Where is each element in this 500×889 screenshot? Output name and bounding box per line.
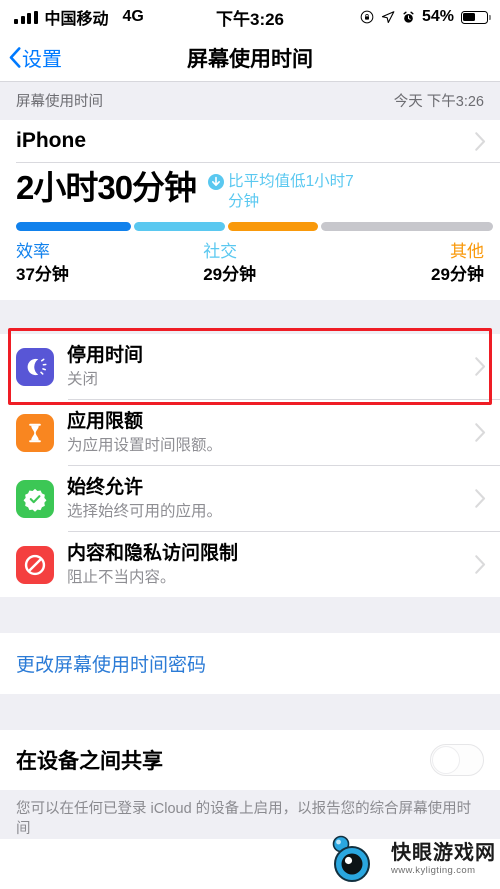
legend-value-productivity: 37分钟	[16, 265, 69, 284]
screen-time-section-header: 屏幕使用时间 今天 下午3:26	[0, 82, 500, 120]
average-comparison-label: 比平均值低1小时7分钟	[228, 173, 354, 210]
always-allowed-title: 始终允许	[67, 477, 144, 498]
chevron-left-icon	[9, 47, 21, 68]
content-privacy-title: 内容和隐私访问限制	[67, 543, 239, 564]
legend-item-other: 其他 29分钟	[372, 240, 484, 286]
change-passcode-link[interactable]: 更改屏幕使用时间密码	[0, 633, 500, 694]
usage-legend: 效率 37分钟 社交 29分钟 其他 29分钟	[16, 240, 484, 286]
device-row-iphone[interactable]: iPhone	[0, 120, 500, 162]
total-usage-value: 2小时30分钟	[16, 169, 197, 206]
hourglass-icon	[16, 413, 54, 452]
section-header-label: 屏幕使用时间	[16, 93, 103, 110]
watermark-name: 快眼游戏网	[391, 841, 496, 864]
usage-summary-top: 2小时30分钟 比平均值低1小时7分钟	[16, 168, 484, 212]
screen-time-summary-card: iPhone 2小时30分钟 比平均值低1小时7分钟 效率 37分钟 社交 29…	[0, 120, 500, 300]
passcode-card: 更改屏幕使用时间密码	[0, 633, 500, 694]
downtime-moon-icon	[16, 347, 54, 386]
screen-time-options-card: 停用时间 关闭 应用限额 为应用设置时间限额。 始终允许 选择始终可用的应用。 …	[0, 334, 500, 597]
page-title: 屏幕使用时间	[187, 47, 313, 71]
share-across-devices-footer: 您可以在任何已登录 iCloud 的设备上启用，以报告您的综合屏幕使用时间	[0, 790, 500, 839]
navigation-bar: 设置 屏幕使用时间	[0, 34, 500, 82]
usage-bar-segment-1	[134, 222, 225, 231]
location-arrow-icon	[381, 11, 395, 24]
always-allowed-subtitle: 选择始终可用的应用。	[67, 503, 223, 520]
settings-row-app-limits[interactable]: 应用限额 为应用设置时间限额。	[0, 400, 500, 465]
chevron-right-icon	[475, 555, 486, 574]
section-header-timestamp: 今天 下午3:26	[393, 93, 484, 110]
section-gap	[0, 694, 500, 730]
downtime-status: 关闭	[67, 371, 99, 388]
watermark: 快眼游戏网 www.kyligting.com	[327, 833, 496, 885]
share-across-devices-toggle[interactable]	[430, 744, 484, 776]
eye-logo-icon	[332, 835, 370, 882]
battery-icon	[461, 10, 491, 24]
legend-label-productivity: 效率	[16, 242, 50, 261]
always-allowed-text: 始终允许 选择始终可用的应用。	[67, 475, 462, 522]
usage-bar-segment-2	[227, 222, 319, 231]
network-type-label: 4G	[122, 8, 144, 25]
share-across-devices-title: 在设备之间共享	[16, 750, 163, 773]
battery-percent-label: 54%	[421, 8, 454, 25]
legend-item-social: 社交 29分钟	[203, 240, 371, 286]
chevron-right-icon	[475, 357, 486, 376]
app-limits-title: 应用限额	[67, 411, 144, 432]
content-privacy-text: 内容和隐私访问限制 阻止不当内容。	[67, 541, 462, 588]
back-button[interactable]: 设置	[0, 43, 62, 72]
rotation-lock-icon	[360, 10, 374, 24]
app-limits-text: 应用限额 为应用设置时间限额。	[67, 409, 462, 456]
usage-stacked-bar	[16, 222, 493, 231]
content-privacy-subtitle: 阻止不当内容。	[67, 569, 176, 586]
carrier-label: 中国移动	[44, 11, 109, 28]
legend-value-social: 29分钟	[203, 265, 257, 284]
chevron-right-icon	[475, 423, 486, 442]
arrow-down-circle-icon	[208, 174, 225, 190]
legend-label-social: 社交	[203, 242, 238, 261]
settings-row-always-allowed[interactable]: 始终允许 选择始终可用的应用。	[0, 466, 500, 531]
usage-bar-segment-0	[16, 222, 132, 231]
chevron-right-icon	[475, 131, 486, 151]
watermark-text: 快眼游戏网 www.kyligting.com	[391, 843, 496, 876]
toggle-knob	[432, 746, 460, 774]
section-gap	[0, 300, 500, 334]
usage-bar-segment-3	[321, 222, 493, 231]
legend-item-productivity: 效率 37分钟	[16, 240, 203, 286]
settings-row-downtime[interactable]: 停用时间 关闭	[0, 334, 500, 399]
alarm-clock-icon	[403, 11, 414, 23]
legend-value-other: 29分钟	[431, 265, 484, 284]
no-entry-icon	[16, 545, 54, 584]
share-across-devices-row: 在设备之间共享	[0, 730, 500, 790]
usage-summary: 2小时30分钟 比平均值低1小时7分钟 效率 37分钟 社交 29分钟 其他 2…	[0, 163, 500, 300]
status-bar-right: 54%	[360, 8, 491, 26]
section-gap	[0, 597, 500, 633]
signal-bars-icon	[14, 10, 38, 24]
share-across-devices-card: 在设备之间共享	[0, 730, 500, 790]
status-bar-left: 中国移动 4G	[14, 5, 144, 29]
iphone-screen: 中国移动 4G 下午3:26 54% 设置 屏幕使用时间 屏幕使用时间 今天 下…	[0, 0, 500, 889]
check-badge-icon	[16, 479, 54, 518]
chevron-right-icon	[475, 489, 486, 508]
settings-row-content-privacy[interactable]: 内容和隐私访问限制 阻止不当内容。	[0, 532, 500, 597]
watermark-url: www.kyligting.com	[391, 864, 476, 876]
app-limits-subtitle: 为应用设置时间限额。	[67, 437, 223, 454]
legend-label-other: 其他	[449, 242, 484, 261]
downtime-text: 停用时间 关闭	[67, 343, 462, 390]
status-bar: 中国移动 4G 下午3:26 54%	[0, 0, 500, 34]
device-name-label: iPhone	[16, 129, 87, 152]
back-button-label: 设置	[22, 49, 62, 71]
downtime-title: 停用时间	[67, 345, 144, 366]
average-comparison: 比平均值低1小时7分钟	[208, 168, 360, 212]
